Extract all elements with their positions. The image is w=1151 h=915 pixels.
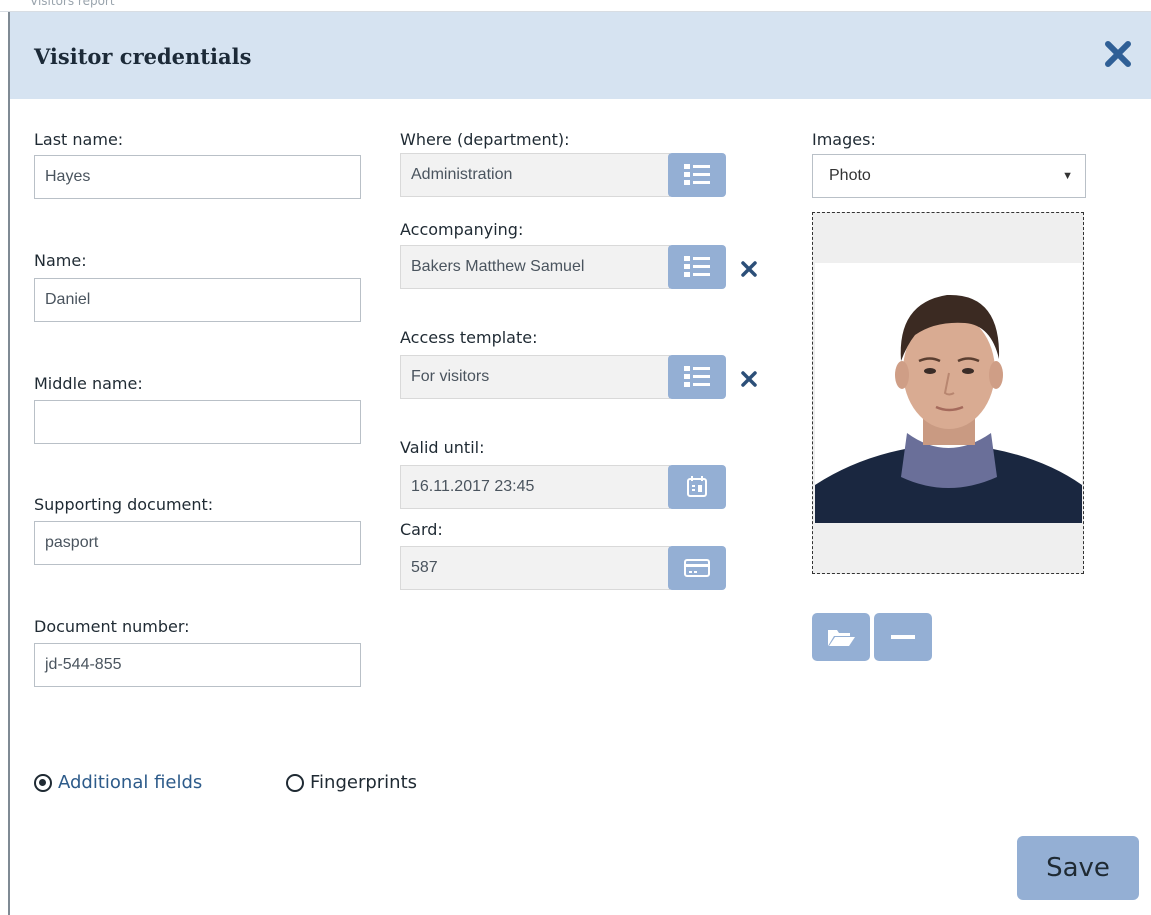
clear-access-template-icon[interactable]: [738, 368, 760, 390]
dropdown-caret-icon: ▼: [1062, 170, 1073, 182]
accompanying-pick-button[interactable]: [668, 245, 726, 289]
minus-icon: [891, 635, 915, 639]
list-icon: [684, 256, 710, 277]
card-read-button[interactable]: [668, 546, 726, 590]
card-field[interactable]: 587: [400, 546, 670, 590]
supporting-document-field[interactable]: pasport: [34, 521, 361, 565]
accompanying-label: Accompanying:: [400, 220, 524, 239]
access-template-field[interactable]: For visitors: [400, 355, 670, 399]
images-select[interactable]: Photo ▼: [812, 154, 1086, 198]
radio-unselected-icon: [286, 773, 304, 792]
last-name-field[interactable]: Hayes: [34, 155, 361, 199]
background-text: Visitors report: [30, 0, 115, 8]
department-label: Where (department):: [400, 130, 570, 149]
list-icon: [684, 164, 710, 185]
radio-selected-icon: [34, 773, 52, 792]
department-pick-button[interactable]: [668, 153, 726, 197]
save-button[interactable]: Save: [1017, 836, 1139, 900]
dialog-title: Visitor credentials: [34, 44, 252, 69]
clear-accompanying-icon[interactable]: [738, 258, 760, 280]
dialog-header: Visitor credentials: [10, 12, 1151, 99]
card-icon: [684, 559, 710, 577]
folder-icon: [828, 630, 855, 646]
name-field[interactable]: Daniel: [34, 278, 361, 322]
last-name-label: Last name:: [34, 130, 124, 149]
middle-name-label: Middle name:: [34, 374, 143, 393]
access-template-label: Access template:: [400, 328, 538, 347]
tab-additional-fields[interactable]: Additional fields: [34, 772, 202, 793]
valid-until-field[interactable]: 16.11.2017 23:45: [400, 465, 670, 509]
access-template-pick-button[interactable]: [668, 355, 726, 399]
images-select-value: Photo: [829, 167, 871, 184]
close-icon[interactable]: [1100, 36, 1136, 72]
tab-additional-fields-label: Additional fields: [58, 772, 203, 793]
supporting-document-label: Supporting document:: [34, 495, 214, 514]
document-number-label: Document number:: [34, 617, 190, 636]
visitor-credentials-dialog: Visitor credentials Last name: Hayes Nam…: [8, 12, 1151, 915]
valid-until-calendar-button[interactable]: [668, 465, 726, 509]
list-icon: [684, 366, 710, 387]
name-label: Name:: [34, 251, 87, 270]
remove-image-button[interactable]: [874, 613, 932, 661]
middle-name-field[interactable]: [34, 400, 361, 444]
department-field[interactable]: Administration: [400, 153, 670, 197]
images-label: Images:: [812, 130, 876, 149]
valid-until-label: Valid until:: [400, 438, 485, 457]
background-strip: Visitors report: [0, 0, 1151, 12]
open-image-button[interactable]: [812, 613, 870, 661]
document-number-field[interactable]: jd-544-855: [34, 643, 361, 687]
accompanying-field[interactable]: Bakers Matthew Samuel: [400, 245, 670, 289]
card-label: Card:: [400, 520, 443, 539]
photo-frame: [812, 212, 1084, 574]
tab-fingerprints-label: Fingerprints: [310, 772, 418, 793]
tab-fingerprints[interactable]: Fingerprints: [286, 772, 417, 793]
calendar-icon: [687, 476, 707, 497]
visitor-photo: [815, 263, 1082, 523]
